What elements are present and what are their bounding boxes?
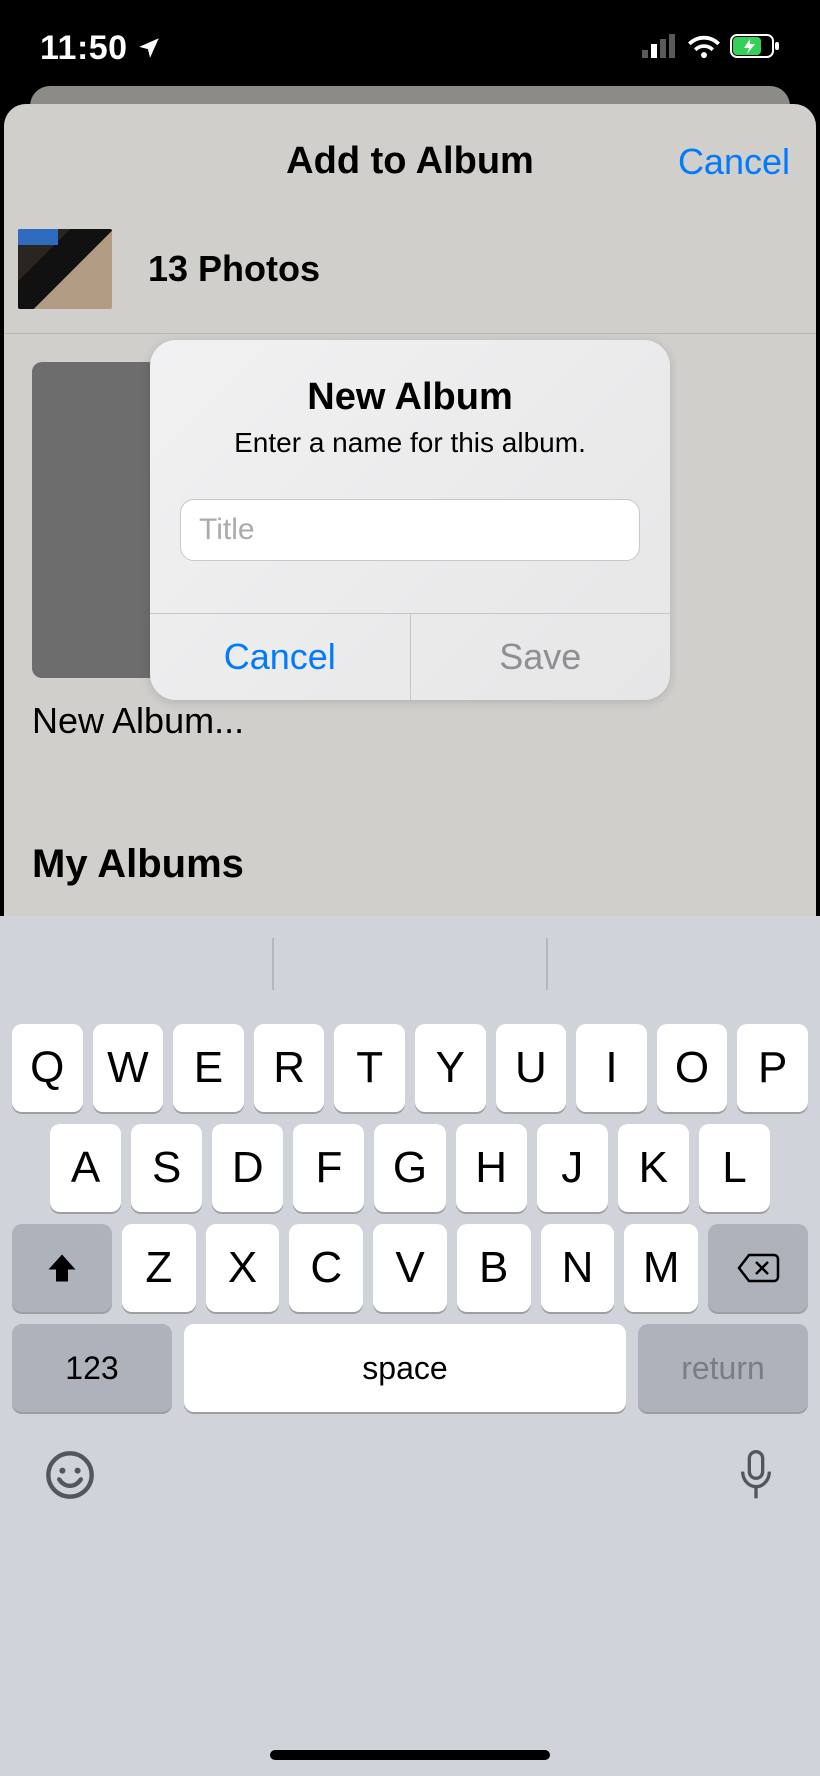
key-g[interactable]: G: [374, 1124, 445, 1212]
battery-icon: [730, 34, 780, 63]
key-c[interactable]: C: [289, 1224, 363, 1312]
key-r[interactable]: R: [254, 1024, 325, 1112]
sheet-title: Add to Album: [286, 140, 534, 183]
key-b[interactable]: B: [457, 1224, 531, 1312]
keyboard-suggestion-bar: [0, 916, 820, 1012]
keyboard: QWERTYUIOP ASDFGHJKL ZXCVBNM 123 space r…: [0, 916, 820, 1776]
key-l[interactable]: L: [699, 1124, 770, 1212]
key-w[interactable]: W: [93, 1024, 164, 1112]
key-f[interactable]: F: [293, 1124, 364, 1212]
key-x[interactable]: X: [206, 1224, 280, 1312]
key-s[interactable]: S: [131, 1124, 202, 1212]
emoji-key[interactable]: [44, 1449, 96, 1506]
suggestion-slot[interactable]: [274, 916, 546, 1012]
key-i[interactable]: I: [576, 1024, 647, 1112]
alert-cancel-button[interactable]: Cancel: [150, 614, 411, 700]
return-key[interactable]: return: [638, 1324, 808, 1412]
shift-key[interactable]: [12, 1224, 112, 1312]
key-d[interactable]: D: [212, 1124, 283, 1212]
suggestion-slot[interactable]: [548, 916, 820, 1012]
key-k[interactable]: K: [618, 1124, 689, 1212]
new-album-label: New Album...: [32, 700, 788, 742]
cancel-button[interactable]: Cancel: [678, 104, 790, 219]
cellular-icon: [642, 34, 678, 63]
key-n[interactable]: N: [541, 1224, 615, 1312]
key-t[interactable]: T: [334, 1024, 405, 1112]
selected-photos-row: 13 Photos: [4, 219, 816, 333]
status-bar: 11:50: [0, 0, 820, 96]
alert-subtitle: Enter a name for this album.: [180, 427, 640, 459]
suggestion-slot[interactable]: [0, 916, 272, 1012]
album-title-input[interactable]: [197, 500, 623, 560]
key-p[interactable]: P: [737, 1024, 808, 1112]
key-o[interactable]: O: [657, 1024, 728, 1112]
photo-count-label: 13 Photos: [148, 248, 320, 290]
key-u[interactable]: U: [496, 1024, 567, 1112]
photo-thumbnail: [18, 229, 112, 309]
backspace-key[interactable]: [708, 1224, 808, 1312]
key-a[interactable]: A: [50, 1124, 121, 1212]
space-key[interactable]: space: [184, 1324, 626, 1412]
key-e[interactable]: E: [173, 1024, 244, 1112]
home-indicator[interactable]: [270, 1750, 550, 1760]
my-albums-heading: My Albums: [32, 842, 788, 887]
key-h[interactable]: H: [456, 1124, 527, 1212]
key-y[interactable]: Y: [415, 1024, 486, 1112]
new-album-alert: New Album Enter a name for this album. C…: [150, 340, 670, 700]
key-v[interactable]: V: [373, 1224, 447, 1312]
dictation-key[interactable]: [736, 1448, 776, 1507]
key-j[interactable]: J: [537, 1124, 608, 1212]
alert-save-button[interactable]: Save: [411, 614, 671, 700]
key-m[interactable]: M: [624, 1224, 698, 1312]
status-time: 11:50: [40, 29, 128, 68]
location-icon: [136, 35, 162, 61]
numbers-key[interactable]: 123: [12, 1324, 172, 1412]
key-q[interactable]: Q: [12, 1024, 83, 1112]
alert-title: New Album: [180, 376, 640, 419]
album-title-field[interactable]: [180, 499, 640, 561]
key-z[interactable]: Z: [122, 1224, 196, 1312]
wifi-icon: [688, 34, 720, 63]
